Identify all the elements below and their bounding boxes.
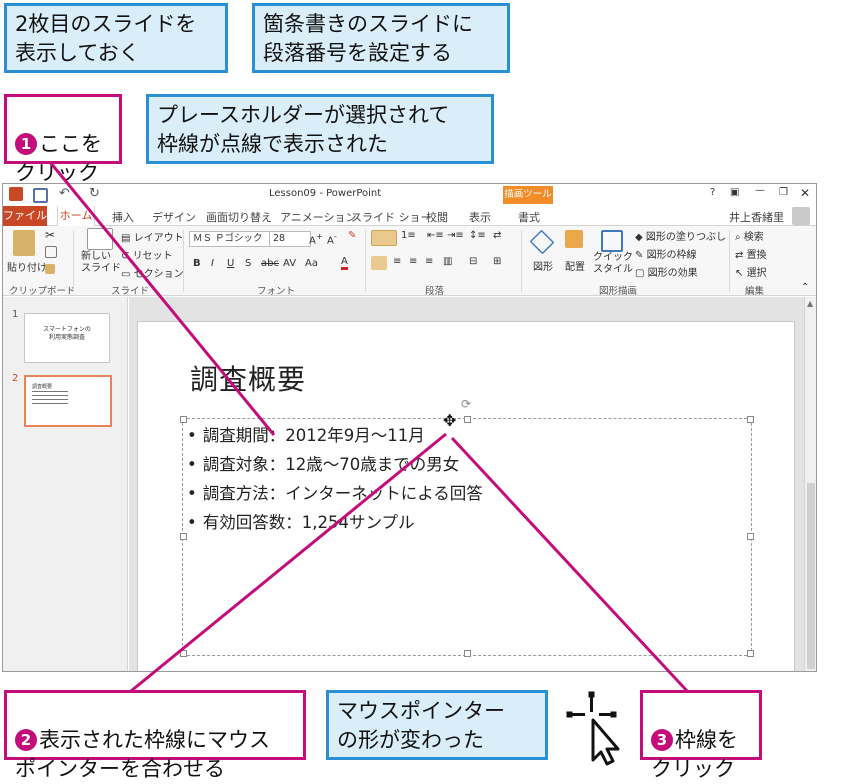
callout-pointer-changed: マウスポインター の形が変わった xyxy=(326,690,548,760)
step3-number: 3 xyxy=(651,729,673,751)
callout-connectors xyxy=(48,161,690,702)
move-pointer-icon xyxy=(566,691,620,766)
callout-step2: 2 表示された枠線にマウス ポインターを合わせる xyxy=(4,690,306,781)
callout-step3: 3 枠線を クリック xyxy=(640,690,762,781)
step2-number: 2 xyxy=(15,729,37,751)
connector-step2 xyxy=(119,432,447,702)
connector-step1 xyxy=(48,161,276,436)
connector-step3 xyxy=(450,436,690,694)
step2-text: 表示された枠線にマウス ポインターを合わせる xyxy=(15,728,270,781)
